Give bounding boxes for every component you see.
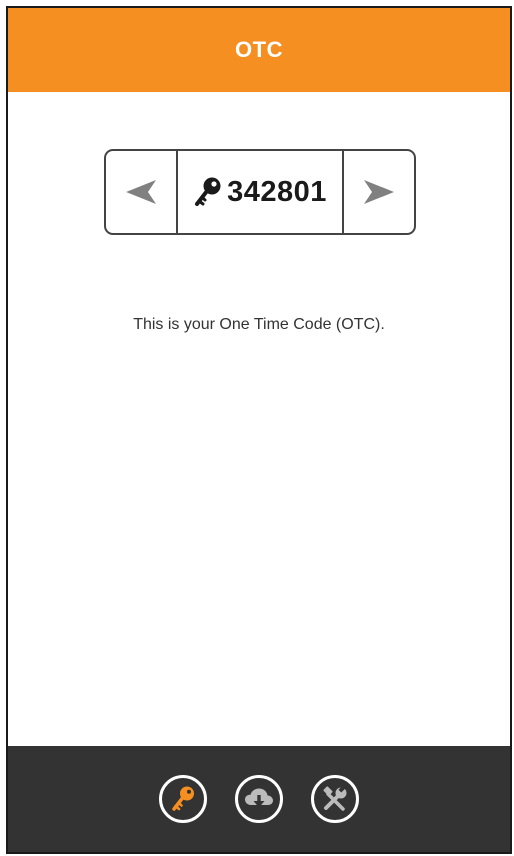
next-code-button[interactable] [342,151,414,233]
tab-otc[interactable] [159,775,207,823]
left-arrow-icon [126,180,156,204]
right-arrow-icon [364,180,394,204]
bottom-tab-bar [8,746,510,852]
key-icon [172,786,194,811]
key-icon [195,177,221,206]
tools-icon [323,785,347,811]
cloud-download-icon [245,788,273,808]
otc-code-value: 342801 [227,175,327,208]
page-title: OTC [235,37,283,62]
otc-code-selector: 342801 [104,149,416,235]
otc-info-message: This is your One Time Code (OTC). [133,316,385,333]
app-screen: OTC 342801 This is your One Time Code (O… [6,6,512,854]
tab-cloud-download[interactable] [235,775,283,823]
previous-code-button[interactable] [106,151,178,233]
header-bar: OTC [8,8,510,92]
otc-code-display: 342801 [178,151,342,233]
tab-tools[interactable] [311,775,359,823]
